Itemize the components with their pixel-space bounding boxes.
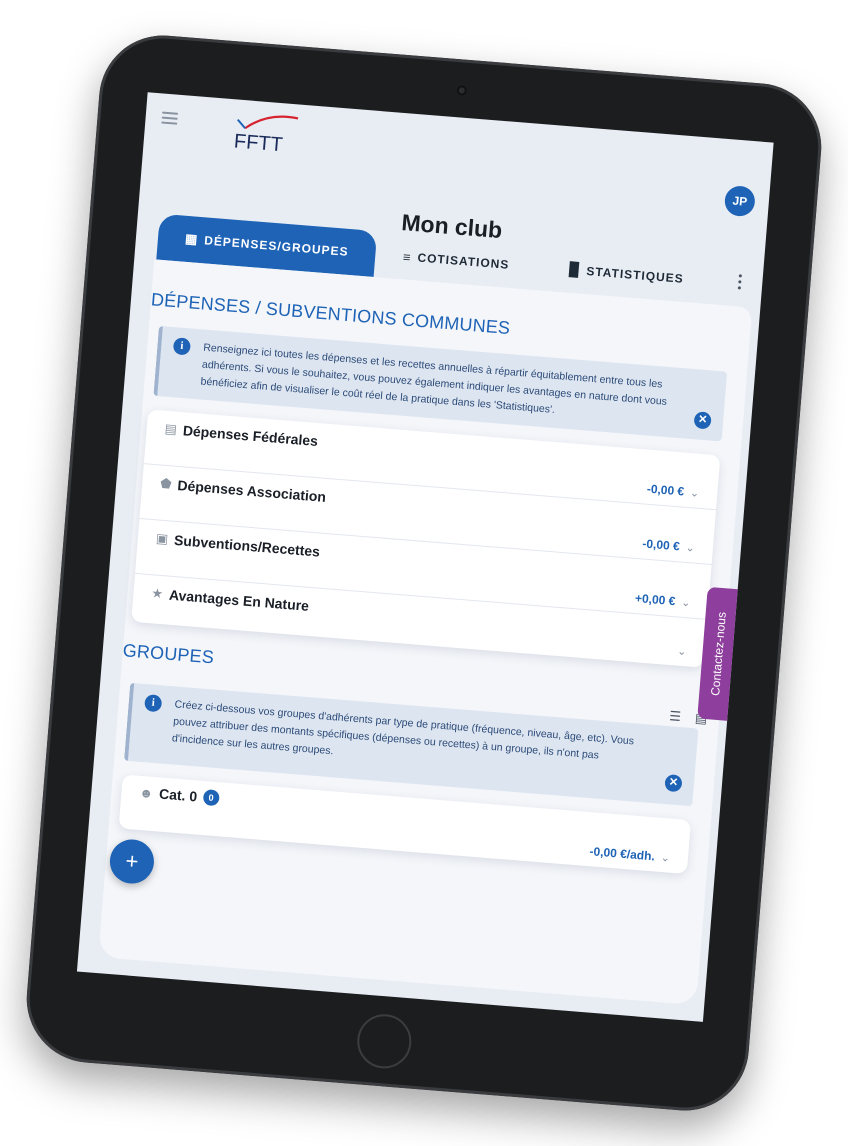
tab-label: DÉPENSES/GROUPES bbox=[203, 233, 350, 259]
accordion-value: -0,00 € bbox=[646, 481, 685, 499]
accordion-label: Dépenses Association bbox=[176, 476, 327, 505]
logo-text: FFTT bbox=[233, 130, 283, 156]
tab-label: COTISATIONS bbox=[416, 250, 510, 272]
hamburger-menu-icon[interactable] bbox=[161, 111, 179, 125]
accordion-label: Dépenses Fédérales bbox=[182, 422, 319, 450]
home-button[interactable] bbox=[355, 1012, 414, 1071]
accordion-value: +0,00 € bbox=[634, 591, 676, 609]
app-screen: FFTT JP Mon club ▦ DÉPENSES/GROUPES ≡ CO… bbox=[76, 92, 774, 1022]
close-alert-icon[interactable]: ✕ bbox=[664, 774, 683, 793]
user-avatar[interactable]: JP bbox=[723, 184, 756, 218]
info-icon: i bbox=[172, 337, 192, 356]
chevron-down-icon[interactable]: ⌄ bbox=[660, 850, 670, 864]
stage: FFTT JP Mon club ▦ DÉPENSES/GROUPES ≡ CO… bbox=[0, 0, 848, 1146]
group-value: -0,00 €/adh. bbox=[589, 844, 656, 864]
star-icon: ★ bbox=[150, 585, 164, 602]
gift-icon: ▣ bbox=[155, 530, 169, 547]
group-label: Cat. 0 bbox=[158, 785, 198, 805]
more-options-icon[interactable] bbox=[737, 274, 743, 292]
list-view-icon[interactable]: ☰ bbox=[669, 708, 682, 725]
sliders-icon: ≡ bbox=[402, 248, 413, 265]
info-icon: i bbox=[144, 694, 163, 713]
accordion-value: -0,00 € bbox=[641, 536, 681, 554]
chevron-down-icon[interactable]: ⌄ bbox=[677, 645, 687, 659]
calculator-icon: ▦ bbox=[184, 230, 199, 247]
bank-icon: ▤ bbox=[164, 420, 178, 437]
chevron-down-icon[interactable]: ⌄ bbox=[685, 540, 695, 554]
camera-icon bbox=[456, 85, 468, 96]
accordion-label: Subventions/Recettes bbox=[173, 531, 321, 560]
accordion-label: Avantages En Nature bbox=[168, 586, 310, 614]
chevron-down-icon[interactable]: ⌄ bbox=[690, 486, 700, 500]
close-alert-icon[interactable]: ✕ bbox=[693, 411, 712, 430]
top-bar: FFTT JP bbox=[143, 92, 774, 218]
tab-label: STATISTIQUES bbox=[585, 264, 685, 286]
contact-label: Contactez-nous bbox=[708, 611, 729, 697]
chevron-down-icon[interactable]: ⌄ bbox=[681, 595, 691, 609]
bar-chart-icon: ▉ bbox=[568, 261, 582, 278]
member-count-badge: 0 bbox=[202, 789, 220, 807]
shield-icon: ⬟ bbox=[159, 475, 173, 492]
fftt-logo[interactable]: FFTT bbox=[225, 107, 308, 157]
tablet-device: FFTT JP Mon club ▦ DÉPENSES/GROUPES ≡ CO… bbox=[21, 30, 827, 1116]
users-icon: ☻ bbox=[138, 784, 154, 801]
